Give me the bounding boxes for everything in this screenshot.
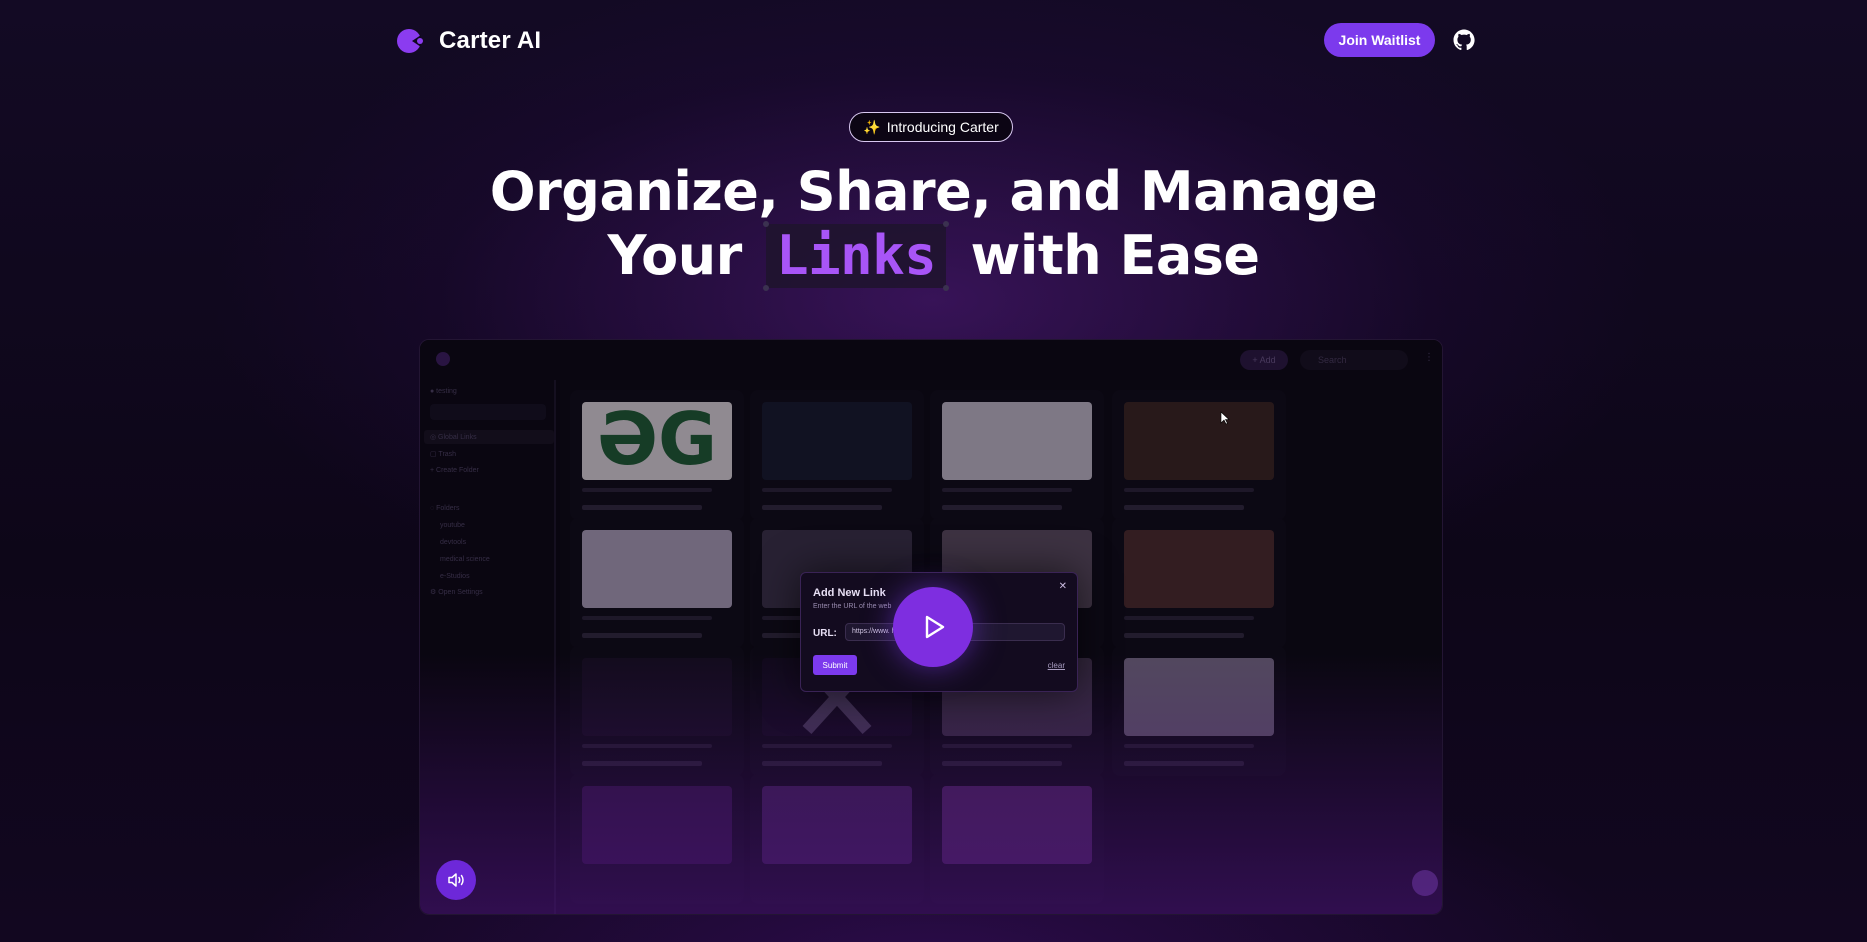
selection-handle	[763, 221, 770, 227]
sound-toggle-button[interactable]	[436, 860, 476, 900]
top-nav: Carter AI Join Waitlist	[0, 0, 1867, 82]
dialog-clear-link: clear	[1047, 661, 1065, 670]
badge-label: Introducing Carter	[886, 119, 999, 135]
speaker-icon	[448, 873, 464, 887]
url-label: URL:	[813, 628, 837, 639]
play-button[interactable]	[893, 587, 973, 667]
sparkles-icon: ✨	[863, 118, 881, 135]
github-icon[interactable]	[1452, 28, 1476, 52]
brand-logo[interactable]: Carter AI	[395, 26, 541, 56]
play-icon	[925, 615, 945, 639]
video-purple-fade	[420, 654, 1442, 914]
highlight-text: Links	[776, 224, 937, 287]
mouse-cursor-icon	[1220, 411, 1230, 425]
hero-headline-line2: Your Links with Ease	[0, 221, 1867, 291]
demo-fab	[1412, 870, 1438, 896]
selection-handle	[943, 221, 950, 227]
join-waitlist-button[interactable]: Join Waitlist	[1324, 23, 1435, 57]
hero-word-your: Your	[607, 224, 742, 287]
carter-logo-icon	[395, 26, 425, 56]
dialog-title: Add New Link	[813, 587, 886, 599]
introducing-badge: ✨ Introducing Carter	[849, 112, 1013, 142]
hero-headline-line1: Organize, Share, and Manage	[489, 160, 1378, 223]
dialog-submit-button: Submit	[813, 655, 857, 675]
brand-name: Carter AI	[439, 27, 542, 54]
hero-words-with-ease: with Ease	[970, 224, 1260, 287]
hero-highlight-links: Links	[763, 221, 950, 291]
demo-video-player[interactable]: + Add Search ⋮ ● testing ◎ Global Links …	[419, 339, 1443, 915]
dialog-subtitle: Enter the URL of the web	[813, 603, 892, 610]
close-icon: ✕	[1058, 581, 1067, 592]
